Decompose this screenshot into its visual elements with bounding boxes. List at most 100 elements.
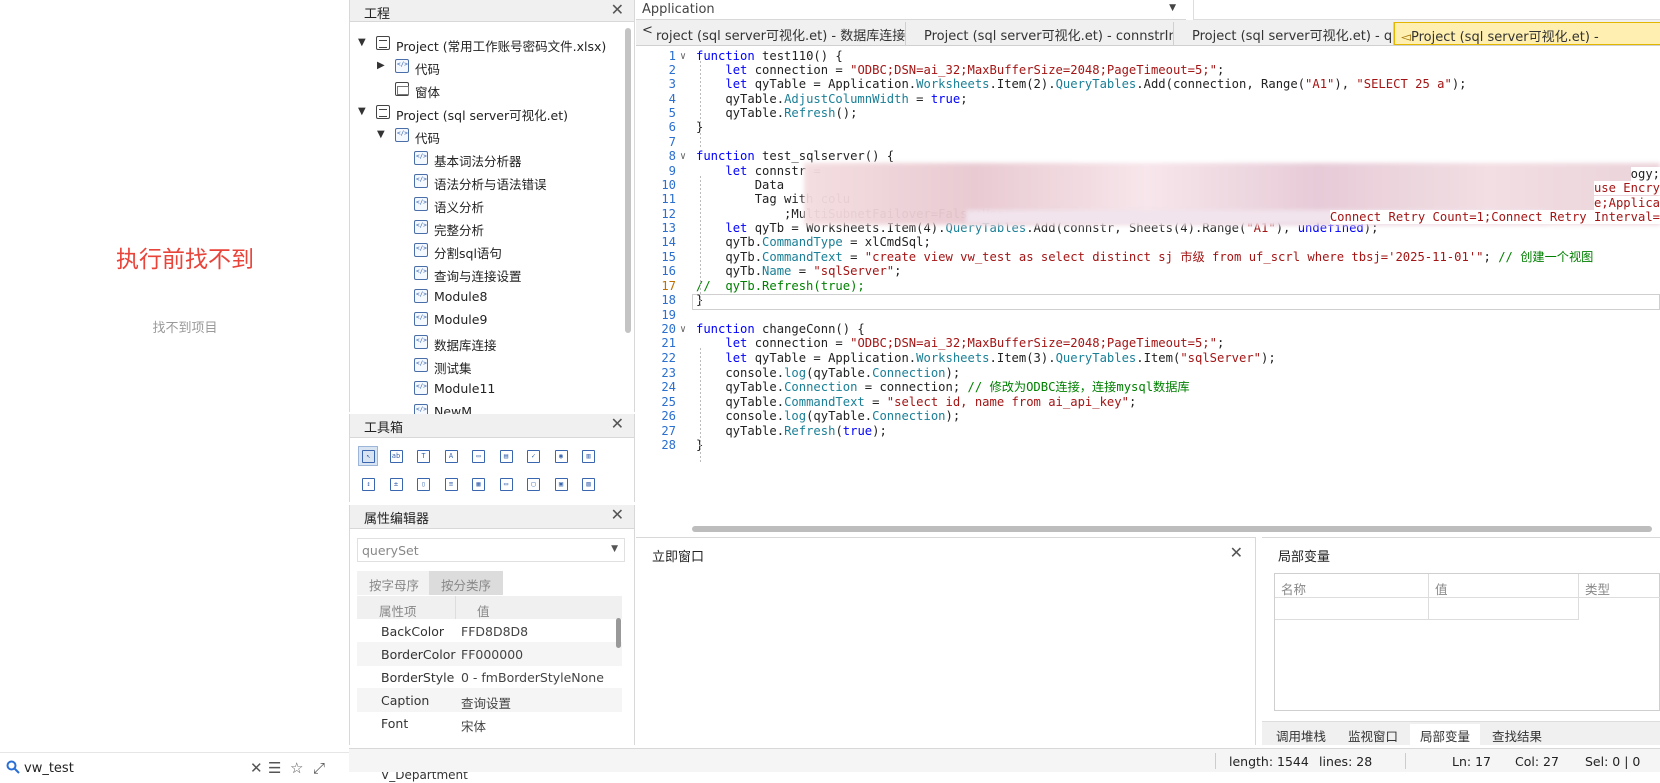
chevron-down-icon[interactable]: ▼ — [358, 106, 366, 117]
combobox-icon[interactable]: ▤ — [496, 446, 516, 466]
tree-item-label: Module8 — [434, 289, 488, 304]
checkbox-icon[interactable]: ✓ — [523, 446, 543, 466]
property-value[interactable]: FF000000 — [461, 647, 523, 662]
tab-locals[interactable]: 局部变量 — [1410, 724, 1481, 747]
image-icon[interactable]: ▢ — [523, 474, 543, 494]
indent-guide — [700, 176, 701, 306]
property-scrollbar[interactable] — [616, 618, 621, 648]
multipage-icon[interactable]: ▦ — [468, 474, 488, 494]
tab-alphabetical[interactable]: 按字母序 — [357, 571, 432, 595]
code-text: // qyTb.Refresh(true); — [696, 279, 865, 293]
expand-icon[interactable]: ⤢ — [313, 759, 325, 777]
code-text: qyTb.Name = "sqlServer"; — [696, 264, 902, 278]
fold-icon[interactable]: ∨ — [680, 49, 686, 64]
label-icon-glyph: T — [417, 450, 430, 463]
code-text: function changeConn() { — [696, 322, 865, 336]
radio-icon[interactable]: ◉ — [551, 446, 571, 466]
chevron-right-icon[interactable]: ▶ — [377, 60, 385, 71]
tab-watch[interactable]: 监视窗口 — [1338, 725, 1408, 746]
line-number: 23 — [661, 366, 676, 380]
tab-editor-1[interactable]: Project (sql server可视化.et) - connstrInpu… — [906, 22, 1174, 45]
procedure-dropdown[interactable] — [1193, 0, 1660, 20]
tabstrip-icon[interactable]: ▭ — [496, 474, 516, 494]
not-found-submessage: 找不到项目 — [152, 321, 218, 336]
tab-categorized[interactable]: 按分类序 — [429, 571, 504, 595]
chevron-down-icon[interactable]: ▼ — [358, 37, 366, 48]
property-row[interactable]: BackColor FFD8D8D8 — [357, 619, 622, 643]
chevron-down-icon: ▼ — [1169, 3, 1176, 13]
code-text: qyTable.Refresh(true); — [696, 424, 887, 438]
property-row[interactable]: Font 宋体 — [357, 711, 622, 735]
star-icon[interactable]: ☆ — [290, 759, 303, 777]
close-icon[interactable]: ✕ — [611, 0, 624, 19]
tab-editor-0[interactable]: roject (sql server可视化.et) - 数据库连接测试 — [654, 22, 906, 45]
code-icon — [414, 151, 428, 165]
tab-call-stack[interactable]: 调用堆栈 — [1266, 725, 1336, 746]
property-value[interactable]: 0 - fmBorderStyleNone — [461, 670, 604, 685]
close-icon[interactable]: ✕ — [611, 505, 624, 524]
line-number: 13 — [661, 221, 676, 235]
code-text: let connection = "ODBC;DSN=ai_32;MaxBuff… — [725, 63, 1225, 77]
property-row[interactable]: BorderColor FF000000 — [357, 642, 622, 666]
clear-icon[interactable]: ✕ — [250, 759, 263, 777]
property-grid-header: 属性项 值 — [357, 596, 622, 619]
tab-editor-2[interactable]: Project (sql server可视化.et) - querySet — [1174, 22, 1394, 45]
tree-item-label: 语法分析与语法错误 — [434, 177, 547, 192]
divider — [1405, 753, 1406, 769]
pointer-icon[interactable]: ↖ — [358, 446, 378, 466]
line-number: 20 — [661, 322, 676, 336]
immediate-title: 立即窗口 — [652, 550, 705, 565]
property-row[interactable]: BorderStyle 0 - fmBorderStyleNone — [357, 665, 622, 689]
editor-horizontal-scrollbar[interactable] — [692, 526, 1652, 532]
code-text: qyTb.CommandText = "create view vw_test … — [696, 250, 1594, 264]
tab-find-results[interactable]: 查找结果 — [1482, 725, 1552, 746]
fold-icon[interactable]: ∨ — [680, 149, 686, 164]
vlist-icon-glyph: ≡ — [444, 478, 458, 491]
line-number: 24 — [661, 380, 676, 394]
grid-icon[interactable]: ▧ — [578, 474, 598, 494]
button-icon[interactable]: ab — [386, 446, 406, 466]
code-icon — [414, 358, 428, 372]
property-value[interactable]: FFD8D8D8 — [461, 624, 528, 639]
tab-label: Project (sql server可视化.et) - connstrInpu… — [924, 29, 1174, 44]
textbox-icon[interactable]: A — [441, 446, 461, 466]
property-row[interactable]: Caption 查询设置 — [357, 688, 622, 712]
vlist-icon[interactable]: ≡ — [441, 474, 461, 494]
frame-icon[interactable]: ▭ — [468, 446, 488, 466]
scrollbar-icon[interactable]: ± — [386, 474, 406, 494]
line-number: 18 — [661, 293, 676, 307]
filter-icon[interactable]: ☰ — [268, 759, 281, 777]
search-input[interactable]: vw_test — [24, 761, 74, 776]
property-value[interactable]: 查询设置 — [461, 693, 511, 712]
refedit-icon-glyph: ▣ — [554, 478, 568, 491]
tabs-scroll-left-icon[interactable]: < — [642, 23, 653, 38]
object-select[interactable]: querySet ▼ — [357, 538, 625, 562]
code-text: let connstr = — [725, 164, 821, 178]
chevron-down-icon[interactable]: ▼ — [377, 129, 385, 140]
tab-editor-3[interactable]: ◅Project (sql server可视化.et) - — [1394, 22, 1660, 45]
hscroll-icon[interactable]: ▯ — [413, 474, 433, 494]
code-tail: e;Applica — [1593, 196, 1660, 210]
line-number: 15 — [661, 250, 676, 264]
listbox-icon[interactable]: ▥ — [578, 446, 598, 466]
search-bar[interactable]: vw_test ✕ ☰ ☆ ⤢ — [0, 752, 349, 783]
project-scrollbar[interactable] — [625, 28, 631, 333]
fold-icon[interactable]: ∨ — [680, 322, 686, 337]
label-icon[interactable]: T — [413, 446, 433, 466]
property-value[interactable]: 宋体 — [461, 716, 486, 735]
close-icon[interactable]: ✕ — [611, 414, 624, 433]
refedit-icon[interactable]: ▣ — [551, 474, 571, 494]
code-editor[interactable]: 1 ∨ function test110() {2 let connection =… — [636, 46, 1660, 531]
line-number: 4 — [668, 92, 676, 106]
status-selection: Sel: 0 | 0 — [1585, 754, 1641, 769]
spin-icon[interactable]: ↕ — [358, 474, 378, 494]
line-number: 12 — [661, 207, 676, 221]
tree-item-label: 测试集 — [434, 361, 472, 376]
object-dropdown[interactable]: Application ▼ — [636, 0, 1186, 20]
close-icon[interactable]: ✕ — [1230, 543, 1243, 562]
tree-item-label: 数据库连接 — [434, 338, 497, 353]
status-lines: lines: 28 — [1319, 754, 1373, 769]
immediate-window[interactable]: 立即窗口 ✕ — [636, 537, 1256, 745]
indent-guide — [700, 61, 701, 148]
code-icon — [414, 335, 428, 349]
